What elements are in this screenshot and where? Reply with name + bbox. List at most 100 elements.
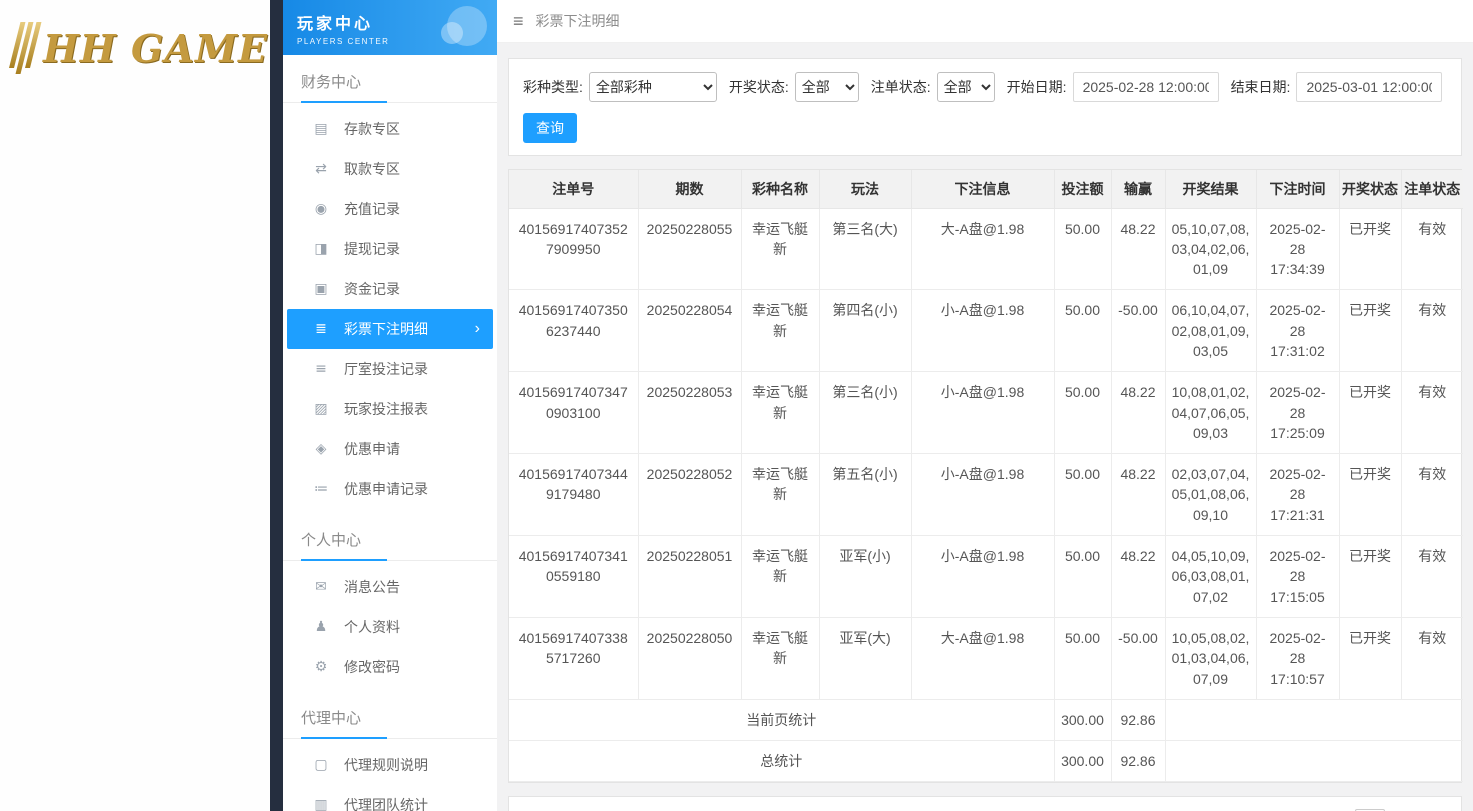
cell-lottery-name: 幸运飞艇新 — [740, 289, 820, 373]
recharge-record-icon: ◉ — [314, 201, 328, 217]
player-bet-report-icon: ▨ — [314, 401, 328, 417]
sidebar-item-label: 优惠申请记录 — [344, 481, 428, 497]
cell-win-loss: 48.22 — [1110, 207, 1166, 291]
cell-bet-amount: 50.00 — [1053, 371, 1112, 455]
cell-order-no: 401569174073385717260 — [509, 616, 639, 700]
sidebar-section-title: 代理中心 — [301, 707, 388, 739]
document-icon: ▢ — [314, 757, 328, 773]
order-status-select[interactable]: 全部 — [936, 72, 995, 102]
cell-bet-time: 2025-02-28 17:31:02 — [1255, 289, 1340, 373]
summary-row: 总统计 300.00 92.86 — [509, 740, 1463, 783]
sidebar-item-label: 资金记录 — [344, 281, 400, 297]
cell-draw-status: 已开奖 — [1338, 207, 1402, 291]
column-header: 玩法 — [818, 170, 912, 209]
players-center-subtitle: PLAYERS CENTER — [297, 37, 390, 46]
sidebar-item-agent-rules[interactable]: ▢ 代理规则说明 › — [283, 745, 497, 785]
column-header: 注单状态 — [1400, 170, 1463, 209]
cell-bet-info: 大-A盘@1.98 — [910, 207, 1055, 291]
stats-icon: ▥ — [314, 797, 328, 811]
cell-draw-result: 10,05,08,02,01,03,04,06,07,09 — [1164, 616, 1257, 700]
user-icon: ♟ — [314, 619, 328, 635]
sidebar-item-notice[interactable]: ✉ 消息公告 › — [283, 567, 497, 607]
cell-period: 20250228052 — [637, 453, 742, 537]
cell-play: 第五名(小) — [818, 453, 912, 537]
end-date-input[interactable] — [1296, 72, 1443, 102]
sidebar-item-label: 取款专区 — [344, 161, 400, 177]
cell-period: 20250228050 — [637, 616, 742, 700]
withdrawal-record-icon: ◨ — [314, 241, 328, 257]
table-body: 401569174073527909950 20250228055 幸运飞艇新 … — [509, 207, 1463, 783]
cell-period: 20250228053 — [637, 371, 742, 455]
sidebar-item-profile[interactable]: ♟ 个人资料 › — [283, 607, 497, 647]
summary-bet-amount: 300.00 — [1053, 740, 1112, 783]
filter-panel: 彩种类型: 全部彩种 开奖状态: 全部 注单状态: 全部 开始日期: 结束日期:… — [508, 58, 1462, 156]
withdraw-icon: ⇄ — [315, 161, 327, 177]
sidebar-section-list: ▤ 存款专区 › ⇄ 取款专区 › ◉ 充值记录 › ◨ 提现记录 › ▣ 资金… — [283, 103, 497, 515]
lottery-type-select[interactable]: 全部彩种 — [588, 72, 717, 102]
promo-apply-record-icon: ≔ — [314, 481, 328, 497]
column-header: 开奖结果 — [1164, 170, 1257, 209]
sidebar-item-recharge-record[interactable]: ◉ 充值记录 › — [283, 189, 497, 229]
sidebar-item-lottery-bet-detail[interactable]: ≣ 彩票下注明细 › — [287, 309, 493, 349]
cell-lottery-name: 幸运飞艇新 — [740, 207, 820, 291]
cell-bet-amount: 50.00 — [1053, 289, 1112, 373]
order-status-label: 注单状态: — [870, 79, 931, 95]
column-header: 下注时间 — [1255, 170, 1340, 209]
sidebar: 玩家中心 PLAYERS CENTER 财务中心 ▤ 存款专区 › ⇄ 取款专区… — [283, 0, 497, 811]
sidebar-item-label: 存款专区 — [344, 121, 400, 137]
draw-status-select[interactable]: 全部 — [794, 72, 859, 102]
hamburger-menu-icon[interactable]: ≡ — [513, 12, 524, 30]
cell-bet-amount: 50.00 — [1053, 535, 1112, 618]
lottery-type-label: 彩种类型: — [523, 79, 583, 95]
sidebar-section: 财务中心 ▤ 存款专区 › ⇄ 取款专区 › ◉ 充值记录 › ◨ 提现记录 ›… — [283, 57, 497, 515]
cell-draw-status: 已开奖 — [1338, 289, 1402, 373]
summary-empty — [1164, 698, 1463, 742]
summary-win-loss: 92.86 — [1110, 698, 1166, 742]
sidebar-item-label: 提现记录 — [344, 241, 400, 257]
sidebar-item-label: 代理团队统计 — [344, 797, 428, 811]
gear-icon: ⚙ — [314, 659, 328, 675]
sidebar-item-hall-bet-record[interactable]: ≡ 厅室投注记录 › — [283, 349, 497, 389]
sidebar-item-player-bet-report[interactable]: ▨ 玩家投注报表 › — [283, 389, 497, 429]
sidebar-item-change-password[interactable]: ⚙ 修改密码 › — [283, 647, 497, 687]
cell-play: 第四名(小) — [818, 289, 912, 373]
cell-bet-time: 2025-02-28 17:10:57 — [1255, 616, 1340, 700]
table-row: 401569174073385717260 20250228050 幸运飞艇新 … — [509, 616, 1463, 700]
cell-bet-amount: 50.00 — [1053, 616, 1112, 700]
sidebar-item-label: 彩票下注明细 — [344, 321, 428, 337]
sidebar-item-label: 厅室投注记录 — [344, 361, 428, 377]
sidebar-item-label: 个人资料 — [344, 619, 400, 635]
cell-bet-amount: 50.00 — [1053, 207, 1112, 291]
sidebar-item-funds-record[interactable]: ▣ 资金记录 › — [283, 269, 497, 309]
cell-lottery-name: 幸运飞艇新 — [740, 616, 820, 700]
sidebar-item-agent-team-stats[interactable]: ▥ 代理团队统计 › — [283, 785, 497, 811]
table-row: 401569174073506237440 20250228054 幸运飞艇新 … — [509, 289, 1463, 373]
cell-bet-info: 小-A盘@1.98 — [910, 371, 1055, 455]
sidebar-item-promo-apply-record[interactable]: ≔ 优惠申请记录 › — [283, 469, 497, 509]
cell-order-status: 有效 — [1400, 535, 1463, 618]
end-date-label: 结束日期: — [1230, 79, 1291, 95]
search-button[interactable]: 查询 — [523, 113, 577, 143]
sidebar-section-title: 财务中心 — [301, 71, 388, 103]
brand-panel: HH GAME — [0, 0, 270, 811]
sidebar-item-deposit[interactable]: ▤ 存款专区 › — [283, 109, 497, 149]
bet-table: 注单号 期数 彩种名称 玩法 下注信息 投注额 输赢 开奖结果 下注时间 开奖状态 注单状态 401… — [509, 170, 1463, 783]
sidebar-item-withdrawal-record[interactable]: ◨ 提现记录 › — [283, 229, 497, 269]
column-header: 开奖状态 — [1338, 170, 1402, 209]
start-date-input[interactable] — [1072, 72, 1219, 102]
cell-bet-info: 大-A盘@1.98 — [910, 616, 1055, 700]
cell-win-loss: -50.00 — [1110, 289, 1166, 373]
cell-bet-info: 小-A盘@1.98 — [910, 289, 1055, 373]
cell-bet-info: 小-A盘@1.98 — [910, 535, 1055, 618]
promo-apply-icon: ◈ — [315, 441, 327, 457]
sidebar-item-label: 修改密码 — [344, 659, 400, 675]
sidebar-item-promo-apply[interactable]: ◈ 优惠申请 › — [283, 429, 497, 469]
funds-record-icon: ▣ — [314, 281, 328, 297]
summary-row: 当前页统计 300.00 92.86 — [509, 698, 1463, 742]
sidebar-item-withdraw[interactable]: ⇄ 取款专区 › — [283, 149, 497, 189]
cell-play: 亚军(小) — [818, 535, 912, 618]
cell-period: 20250228051 — [637, 535, 742, 618]
cell-bet-time: 2025-02-28 17:25:09 — [1255, 371, 1340, 455]
cell-lottery-name: 幸运飞艇新 — [740, 535, 820, 618]
filter-row: 彩种类型: 全部彩种 开奖状态: 全部 注单状态: 全部 开始日期: 结束日期: — [523, 72, 1447, 102]
